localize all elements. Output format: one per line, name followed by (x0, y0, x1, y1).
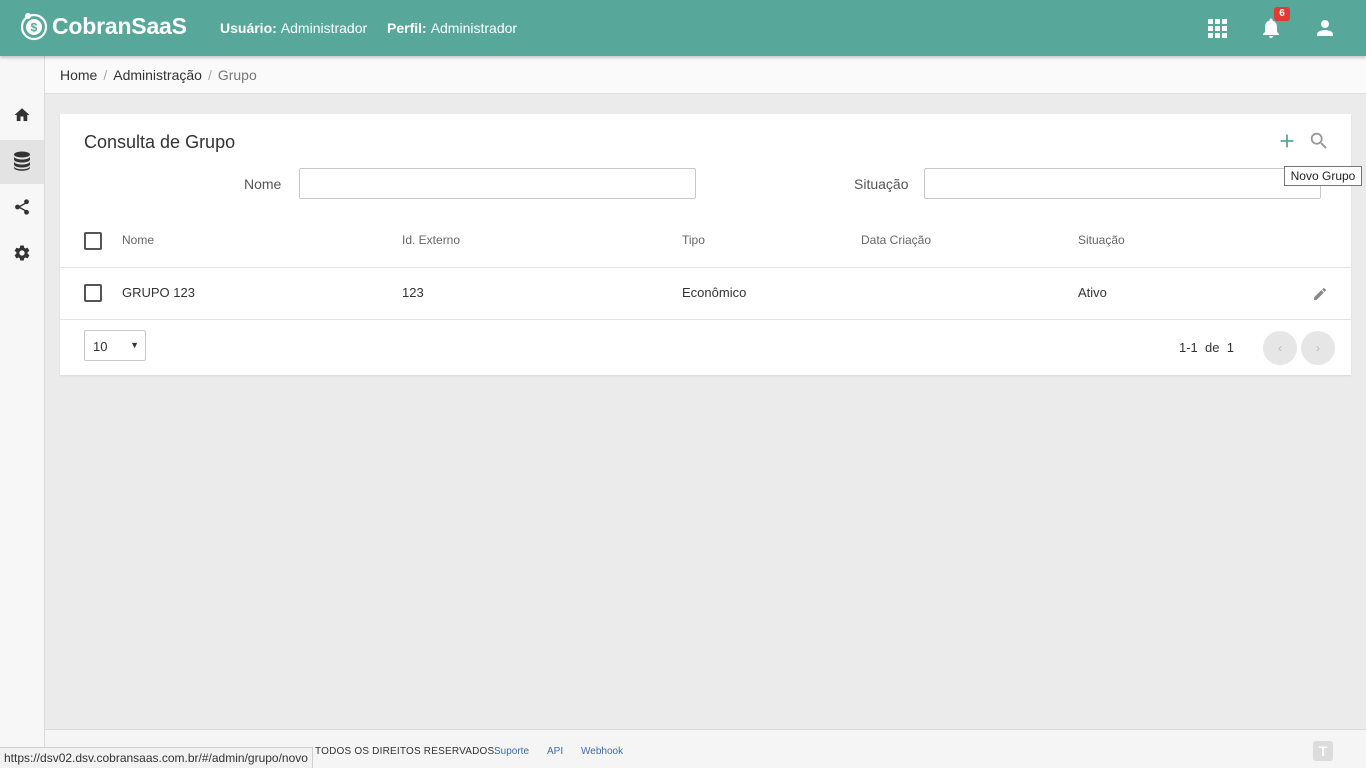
column-header-nome[interactable]: Nome (122, 233, 154, 247)
profile-value: Administrador (430, 20, 518, 36)
breadcrumb: Home / Administração / Grupo (60, 67, 257, 83)
search-button[interactable] (1308, 130, 1330, 152)
prev-page-button[interactable]: ‹ (1263, 331, 1297, 365)
table-divider (60, 267, 1351, 268)
column-header-data-criacao[interactable]: Data Criação (861, 233, 931, 247)
breadcrumb-separator: / (103, 67, 108, 83)
page-title: Consulta de Grupo (84, 132, 236, 152)
gear-icon (13, 244, 31, 265)
home-icon (13, 106, 31, 127)
add-group-button[interactable] (1276, 130, 1298, 152)
breadcrumb-current: Grupo (217, 67, 257, 83)
pagination-of-label: de (1205, 340, 1220, 355)
cell-id-externo: 123 (402, 285, 424, 300)
top-header: $ CobranSaaS Usuário: Administrador Perfi… (0, 0, 1366, 56)
search-card: Consulta de Grupo Nome Situação Nome Id.… (60, 114, 1351, 375)
user-info: Usuário: Administrador (220, 20, 367, 36)
pagination-total: 1 (1226, 340, 1234, 355)
cell-tipo: Econômico (682, 285, 747, 300)
user-value: Administrador (280, 20, 368, 36)
breadcrumb-separator: / (207, 67, 212, 83)
profile-info: Perfil: Administrador (387, 20, 517, 36)
breadcrumb-administracao[interactable]: Administração (113, 67, 202, 83)
footer-link-webhook[interactable]: Webhook (581, 746, 623, 757)
situacao-filter-select[interactable] (924, 168, 1321, 199)
footer-logo-icon: T (1313, 741, 1333, 761)
svg-text:$: $ (31, 21, 38, 35)
nome-filter-input[interactable] (299, 168, 696, 199)
pagination-info: 1-1 de 1 (1179, 340, 1234, 355)
cell-situacao: Ativo (1078, 285, 1107, 300)
browser-status-url: https://dsv02.dsv.cobransaas.com.br/#/ad… (0, 747, 313, 768)
edit-row-button[interactable] (1312, 286, 1328, 302)
breadcrumb-bar: Home / Administração / Grupo (45, 56, 1366, 94)
user-label: Usuário: (220, 20, 277, 36)
apps-grid-icon[interactable] (1205, 16, 1229, 40)
next-page-button[interactable]: › (1301, 331, 1335, 365)
sidebar-item-home[interactable] (0, 94, 44, 138)
nome-filter-label: Nome (244, 176, 282, 192)
footer-rights: TODOS OS DIREITOS RESERVADOS. (315, 746, 498, 757)
page-size-select[interactable]: 10 ▼ (84, 330, 146, 361)
dropdown-arrow-icon: ▼ (130, 340, 139, 350)
user-account-icon[interactable] (1313, 16, 1337, 40)
page-size-value: 10 (93, 339, 108, 354)
pencil-icon (1314, 287, 1327, 300)
add-group-tooltip: Novo Grupo (1284, 166, 1362, 186)
app-logo[interactable]: $ CobranSaaS (19, 11, 187, 41)
select-all-checkbox[interactable] (84, 232, 102, 250)
profile-label: Perfil: (387, 20, 427, 36)
breadcrumb-home[interactable]: Home (60, 67, 97, 83)
sidebar (0, 56, 45, 768)
app-name: CobranSaaS (52, 12, 187, 39)
column-header-id-externo[interactable]: Id. Externo (402, 233, 460, 247)
table-divider (60, 319, 1351, 320)
column-header-situacao[interactable]: Situação (1078, 233, 1125, 247)
share-icon (13, 198, 31, 219)
row-checkbox[interactable] (84, 284, 102, 302)
footer-link-api[interactable]: API (547, 746, 563, 757)
sidebar-item-share[interactable] (0, 186, 44, 230)
search-icon (1310, 132, 1327, 149)
situacao-filter-label: Situação (854, 176, 909, 192)
column-header-tipo[interactable]: Tipo (682, 233, 705, 247)
database-icon (13, 151, 31, 174)
sidebar-item-database[interactable] (0, 140, 44, 184)
footer-link-suporte[interactable]: Suporte (494, 746, 529, 757)
pagination-range: 1-1 (1179, 340, 1198, 355)
notification-count-badge: 6 (1274, 7, 1290, 21)
cell-nome: GRUPO 123 (122, 285, 195, 300)
plus-icon (1280, 134, 1294, 148)
dollar-logo-icon: $ (19, 11, 49, 41)
sidebar-item-settings[interactable] (0, 232, 44, 276)
